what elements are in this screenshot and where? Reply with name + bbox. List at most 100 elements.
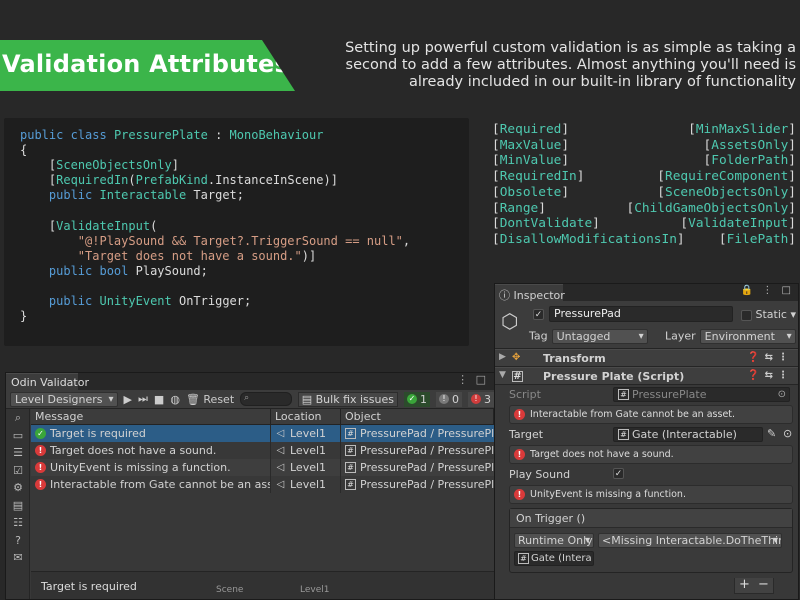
function-dropdown[interactable]: <Missing Interactable.DoTheThing> [598,533,782,548]
code-token: : [207,128,230,142]
inspector-window: ⓘ Inspector 🔒 ⋮ □ ⬡ ✓ PressurePad Static… [494,283,799,600]
code-token: public [48,294,93,309]
attribute-row: [Range] [ChildGameObjectsOnly] [492,200,796,216]
gear-icon[interactable]: ⚙ [6,479,30,497]
code-token: "Target does not have a sound." [77,248,302,263]
object-picker-icon[interactable]: ⊙ [783,427,792,440]
runtime-dropdown[interactable]: Runtime Only [514,533,594,548]
tag-dropdown[interactable]: Untagged [551,329,648,344]
tab-inspector[interactable]: ⓘ Inspector [495,284,565,302]
unity-event-panel: On Trigger () Runtime Only <Missing Inte… [509,508,793,594]
warning-icon: ! [439,394,449,404]
search-input[interactable]: ⌕ [240,392,292,406]
reset-label: Reset [203,392,235,406]
profile-dropdown[interactable]: Level Designers [10,391,118,407]
target-label: Target [509,428,544,441]
attribute-name: RequireComponent [665,169,789,185]
column-location[interactable]: Location [271,409,341,424]
attribute-name: Range [499,200,539,216]
transform-component-header[interactable]: ▶ ✥ Transform ❓⇆⋮ [495,349,798,367]
attribute-row: [RequiredIn] [RequireComponent] [492,169,796,185]
active-checkbox[interactable]: ✓ [533,309,544,320]
detail-scene-value: Level1 [300,585,330,595]
cube-icon: ⬡ [501,309,519,333]
reset-button[interactable]: 🗑 Reset [186,393,234,406]
play-sound-checkbox[interactable]: ✓ [613,468,624,479]
table-row[interactable]: ! UnityEvent is missing a function. ◁ Leve… [31,459,494,476]
error-icon: ! [35,445,46,456]
trash-icon: 🗑 [185,392,200,406]
error-text: Target does not have a sound. [530,449,674,460]
object-name-field[interactable]: PressurePad [549,306,733,322]
checklist-icon[interactable]: ☑ [6,462,30,480]
warning-count-toggle[interactable]: ! 0 [436,391,462,407]
window-controls-icon[interactable]: 🔒 ⋮ □ [741,285,794,296]
remove-listener-button[interactable]: − [758,578,769,593]
attribute-row: [MaxValue] [AssetsOnly] [492,137,796,153]
step-icon[interactable]: ⏭ [138,392,148,406]
row-message: Target is required [50,427,146,440]
check-icon: ✓ [407,394,417,404]
event-target-field[interactable]: #Gate (Intera⊙ [514,551,594,566]
play-icon[interactable]: ▶ [124,393,132,406]
attribute-name: FolderPath [711,153,789,169]
stop-icon[interactable]: ■ [154,393,164,406]
table-row[interactable]: ! Target does not have a sound. ◁ Level1 #… [31,442,494,459]
play-sound-label: Play Sound [509,468,571,481]
error-icon: ! [514,449,525,460]
pencil-icon[interactable]: ✎ [767,427,776,440]
script-icon: # [512,371,523,382]
tag-row: Tag Untagged [529,329,648,344]
static-toggle[interactable]: Static ▾ [741,308,796,321]
code-token: public class [20,128,107,142]
error-text: UnityEvent is missing a function. [530,489,686,500]
list-icon[interactable]: ☰ [6,444,30,462]
static-checkbox[interactable] [741,309,752,321]
code-token: MonoBehaviour [229,128,324,142]
attribute-name: ChildGameObjectsOnly [634,200,789,216]
component-menu-icon[interactable]: ❓⇆⋮ [747,352,793,363]
search-icon[interactable]: ⌕ [6,409,30,427]
code-token: OnTrigger; [171,294,252,309]
target-object-field[interactable]: # Gate (Interactable) [613,427,763,442]
transform-icon: ✥ [512,352,521,363]
script-label: Script [509,388,541,401]
code-token: ( [128,173,136,188]
script-icon: # [618,389,629,400]
column-object[interactable]: Object [341,409,494,424]
layer-dropdown[interactable]: Environment [699,329,796,344]
bulk-fix-button[interactable]: ▤ Bulk fix issues [297,391,398,407]
warning-count: 0 [452,392,459,406]
add-listener-button[interactable]: + [739,578,750,593]
rules-icon[interactable]: ▤ [6,497,30,515]
collapse-arrow-icon[interactable]: ▼ [499,370,506,380]
component-menu-icon[interactable]: ❓⇆⋮ [747,370,793,381]
column-message[interactable]: Message [31,409,271,424]
event-header: On Trigger () [510,509,792,528]
table-row[interactable]: ! Interactable from Gate cannot be an ass… [31,476,494,493]
ok-count-toggle[interactable]: ✓ 1 [404,391,430,407]
unity-scene-icon: ◁ [276,428,285,439]
code-token: PlaySound; [128,263,208,278]
unity-scene-icon: ◁ [276,479,285,490]
script-icon: # [345,462,356,473]
globe-icon[interactable]: ◍ [170,393,180,406]
filter-list-icon[interactable]: ☷ [6,514,30,532]
row-location: Level1 [290,444,327,457]
row-object: PressurePad / PressurePlate [360,444,494,457]
expand-arrow-icon[interactable]: ▶ [499,352,506,362]
script-component-header[interactable]: ▼ # Pressure Plate (Script) ❓⇆⋮ [495,367,798,385]
mail-icon[interactable]: ✉ [6,549,30,567]
script-field: Script # PressurePlate ⊙ [509,385,793,405]
help-icon[interactable]: ? [6,532,30,550]
attribute-name: Obsolete [499,184,562,200]
attribute-list: [Required] [MinMaxSlider] [MaxValue] [Asse… [492,122,796,248]
folder-icon[interactable]: ▭ [6,427,30,445]
table-row[interactable]: ✓ Target is required ◁ Level1 # PressurePad… [31,425,494,442]
attribute-name: MaxValue [499,137,562,153]
window-menu-icon[interactable]: ⋮ □ [457,373,488,386]
static-label: Static [755,308,787,321]
error-count-toggle[interactable]: ! 3 [468,391,494,407]
validator-tab-bar: Odin Validator ⋮ □ [6,373,494,390]
tab-odin-validator[interactable]: Odin Validator [6,373,89,390]
